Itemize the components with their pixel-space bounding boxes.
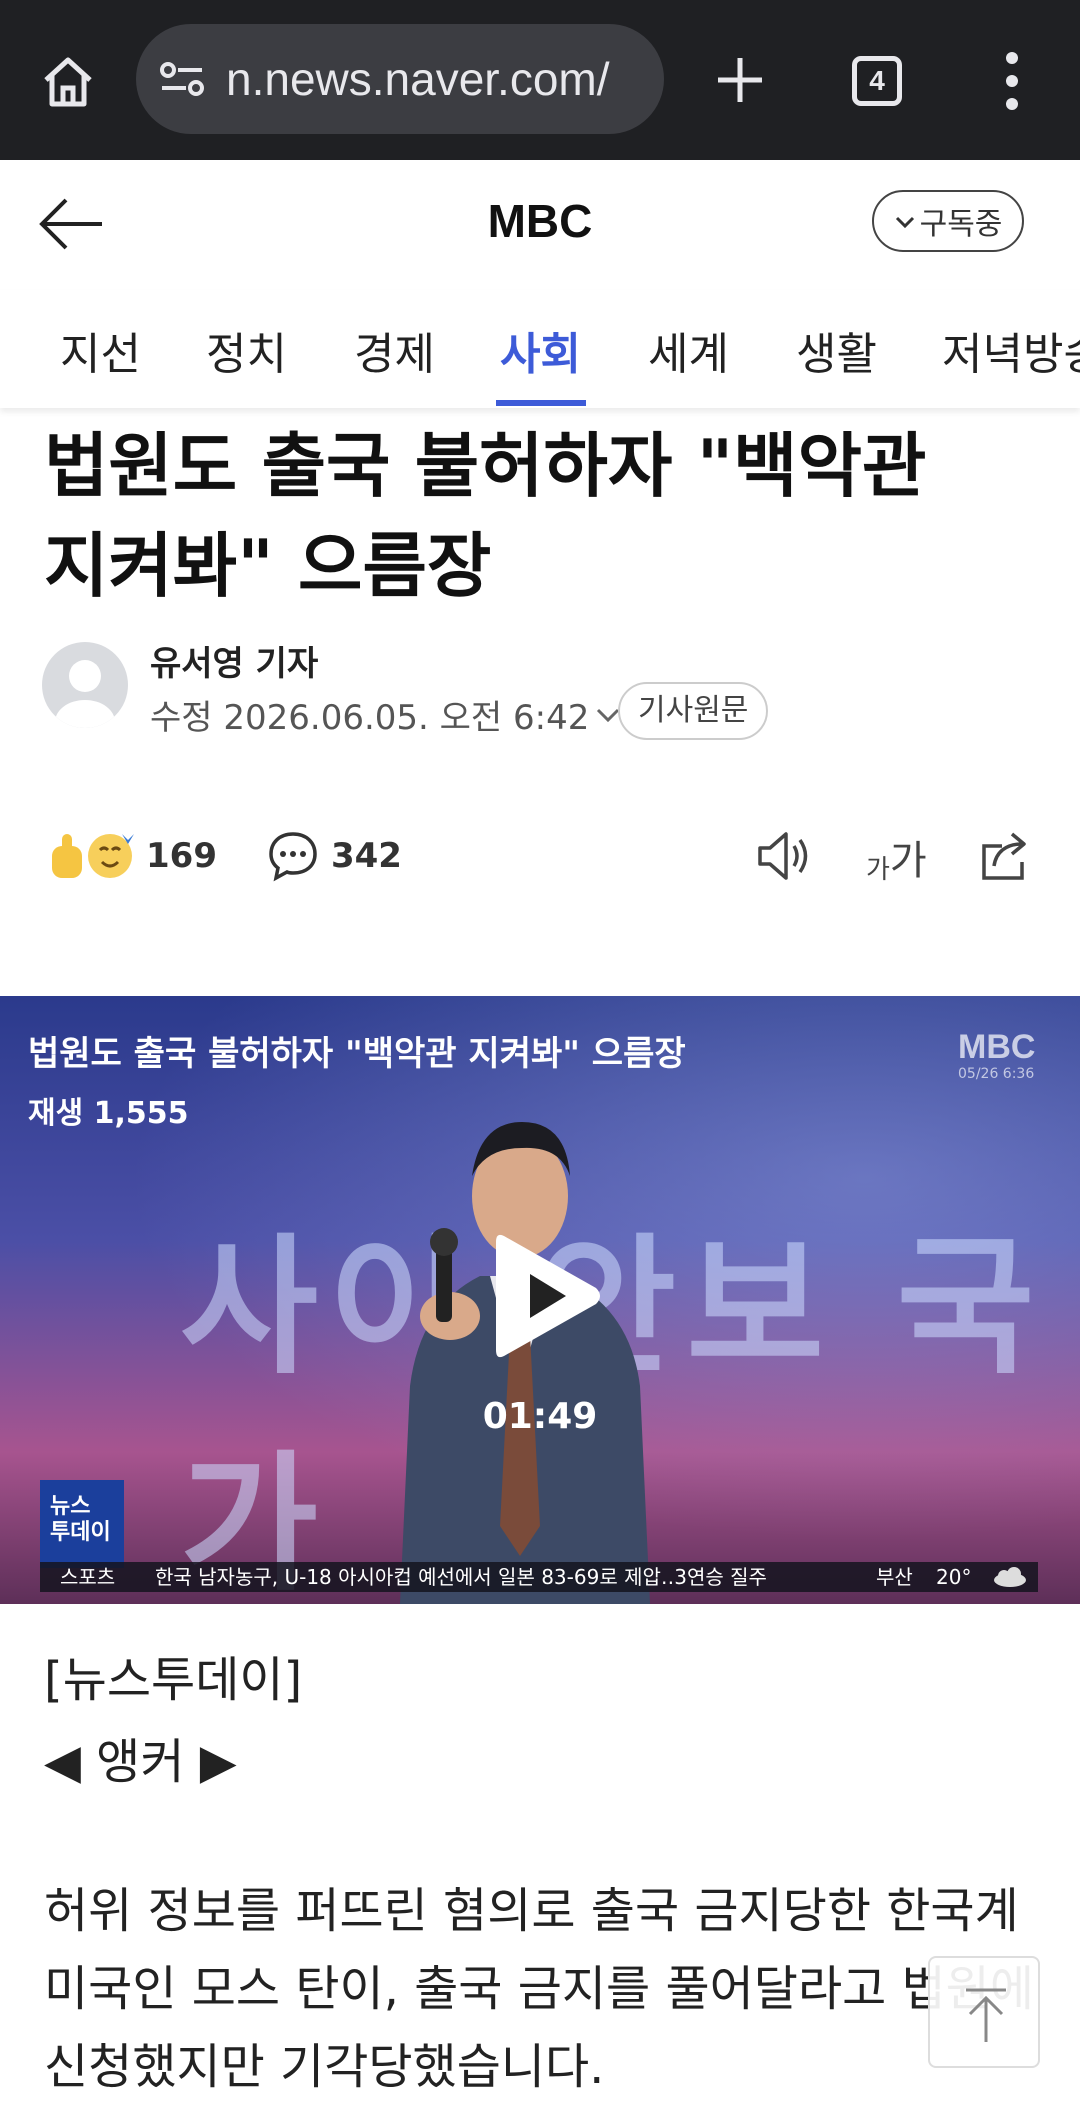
video-duration: 01:49 xyxy=(482,1396,598,1437)
category-tabs: 지선 정치 경제 사회 세계 생활 저녁방송 xyxy=(0,290,1080,408)
comment-icon[interactable] xyxy=(267,830,319,882)
news-ticker: 스포츠 한국 남자농구, U-18 아시아컵 예선에서 일본 83-69로 제압… xyxy=(40,1562,1038,1592)
ticker-text: 한국 남자농구, U-18 아시아컵 예선에서 일본 83-69로 제압‥3연승… xyxy=(155,1565,767,1589)
font-size-large-label: 가 xyxy=(889,838,927,884)
reaction-bar: 169 342 xyxy=(48,826,402,886)
reporter-avatar[interactable] xyxy=(42,642,128,728)
tab-living[interactable]: 생활 xyxy=(796,318,877,382)
reaction-count: 169 xyxy=(146,836,217,876)
tab-switcher-button[interactable]: 4 xyxy=(852,56,902,106)
site-settings-icon[interactable] xyxy=(158,58,208,100)
ticker-temperature: 20° xyxy=(936,1565,972,1589)
press-header: MBC 구독중 xyxy=(0,160,1080,290)
browser-toolbar: n.news.naver.com/ 4 xyxy=(0,0,1080,160)
person-icon xyxy=(55,660,115,728)
tab-world[interactable]: 세계 xyxy=(648,318,729,382)
tab-politics[interactable]: 정치 xyxy=(206,318,287,382)
video-player[interactable]: 사이 안보 국가 법원도 출국 불허하자 "백악관 지켜봐" 으름장 재생 1,… xyxy=(0,996,1080,1604)
home-icon[interactable] xyxy=(38,52,98,112)
tab-jiseon[interactable]: 지선 xyxy=(60,318,141,382)
headline-line-2: 지켜봐" 으름장 xyxy=(44,525,492,607)
program-logo-line-1: 뉴스 xyxy=(50,1494,91,1519)
cloud-icon xyxy=(994,1567,1026,1587)
anchor-label: ◀ 앵커 ▶ xyxy=(44,1734,237,1790)
video-play-count: 재생 1,555 xyxy=(28,1096,189,1131)
reporter-name[interactable]: 유서영 기자 xyxy=(150,636,318,685)
new-tab-icon[interactable] xyxy=(712,52,768,108)
address-bar[interactable]: n.news.naver.com/ xyxy=(136,24,664,134)
subscribe-button[interactable]: 구독중 xyxy=(872,190,1024,252)
check-icon xyxy=(895,216,914,229)
original-article-button[interactable]: 기사원문 xyxy=(618,682,769,740)
ticker-city: 부산 xyxy=(876,1565,913,1589)
channel-timestamp: 05/26 6:36 xyxy=(958,1066,1035,1082)
article-headline: 법원도 출국 불허하자 "백악관 지켜봐" 으름장 xyxy=(44,416,1044,616)
active-tab-indicator xyxy=(496,400,586,406)
more-menu-icon[interactable] xyxy=(1000,50,1024,112)
play-icon[interactable] xyxy=(486,1226,606,1366)
arrow-up-icon xyxy=(966,1988,1006,2042)
subscribe-label: 구독중 xyxy=(919,207,1003,242)
url-text[interactable]: n.news.naver.com/ xyxy=(226,24,646,134)
date-text: 수정 2026.06.05. 오전 6:42 xyxy=(150,698,590,738)
font-size-button[interactable]: 가 가 xyxy=(866,826,940,886)
article-paragraph: 허위 정보를 퍼뜨린 혐의로 출국 금지당한 한국계 미국인 모스 탄이, 출국… xyxy=(44,1883,1035,2095)
tab-evening-broadcast[interactable]: 저녁방송 xyxy=(942,318,1080,382)
ticker-category: 스포츠 xyxy=(60,1565,116,1589)
share-icon[interactable] xyxy=(976,826,1032,886)
comment-count: 342 xyxy=(330,836,402,876)
program-logo-line-2: 투데이 xyxy=(50,1520,111,1545)
video-title: 법원도 출국 불허하자 "백악관 지켜봐" 으름장 xyxy=(28,1034,686,1074)
program-tag: [뉴스투데이] xyxy=(44,1652,303,1708)
text-to-speech-icon[interactable] xyxy=(756,826,812,886)
font-size-small-label: 가 xyxy=(866,855,890,885)
program-logo: 뉴스 투데이 xyxy=(40,1480,124,1568)
headline-line-1: 법원도 출국 불허하자 "백악관 xyxy=(44,425,927,507)
reaction-emoji-icon[interactable] xyxy=(48,828,138,884)
scroll-to-top-button[interactable] xyxy=(928,1956,1040,2068)
tab-society[interactable]: 사회 xyxy=(500,318,581,382)
article-date[interactable]: 수정 2026.06.05. 오전 6:42 xyxy=(150,690,621,739)
channel-logo: MBC xyxy=(958,1028,1036,1066)
tab-economy[interactable]: 경제 xyxy=(354,318,435,382)
